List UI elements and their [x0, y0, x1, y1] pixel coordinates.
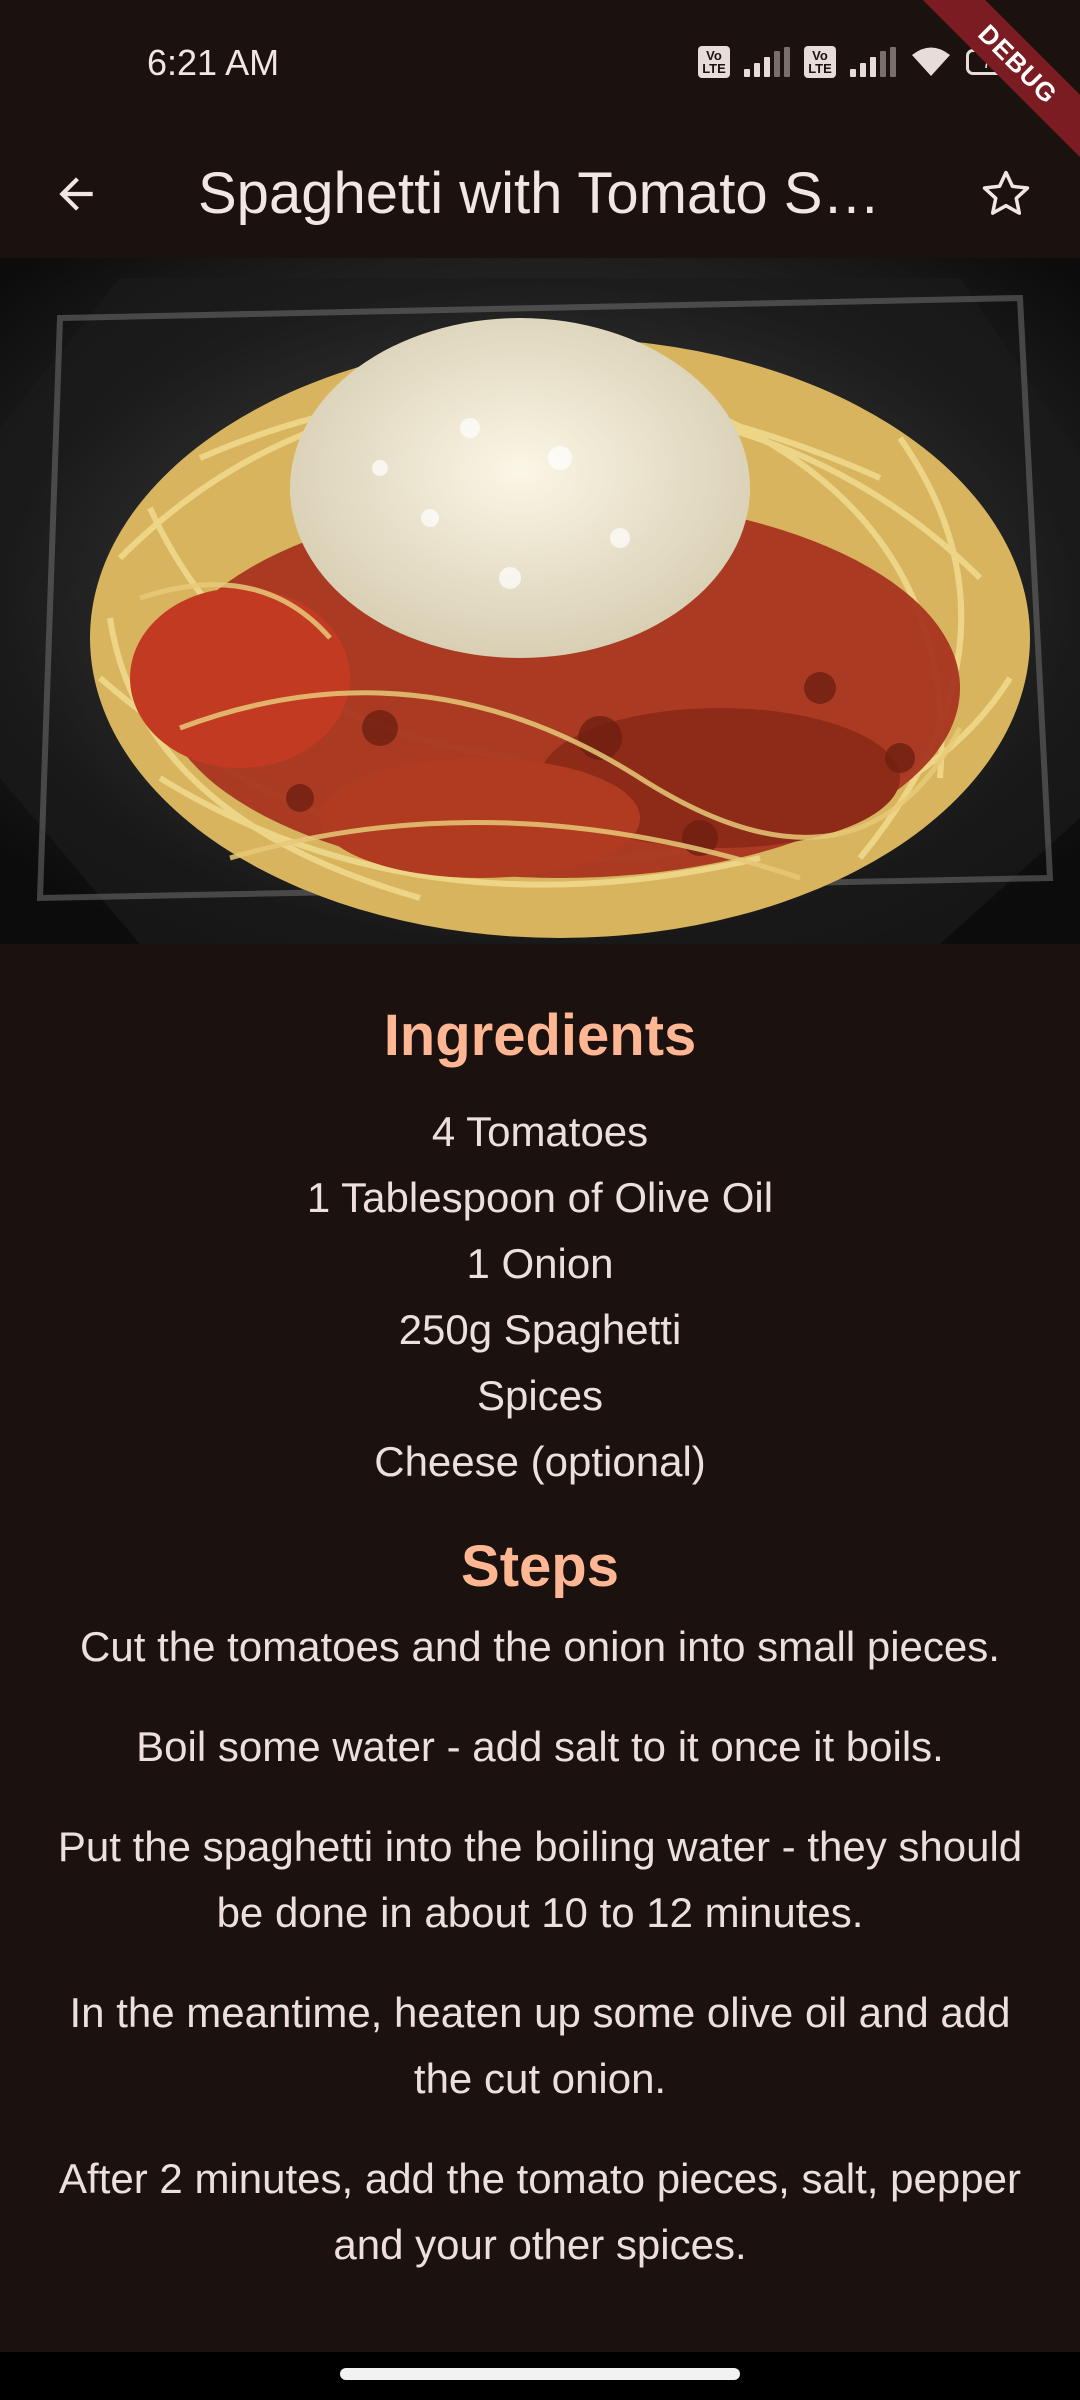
ingredient-item: Spices [476, 1372, 604, 1419]
ingredient-item: 4 Tomatoes [431, 1108, 649, 1155]
step-item: In the meantime, heaten up some olive oi… [69, 1989, 1011, 2102]
app-bar: Spaghetti with Tomato Sauce [0, 130, 1080, 258]
ingredients-title: Ingredients [383, 1003, 697, 1068]
status-time: 6:21 AM [147, 42, 280, 83]
step-item: Boil some water - add salt to it once it… [136, 1723, 944, 1770]
signal-icon [744, 47, 790, 77]
ingredient-item: 1 Onion [466, 1240, 614, 1287]
star-outline-icon [982, 170, 1030, 215]
home-gesture-handle[interactable] [340, 2368, 740, 2380]
steps-title: Steps [461, 1534, 619, 1599]
back-button[interactable] [36, 154, 116, 234]
page-title: Spaghetti with Tomato Sauce [198, 161, 898, 226]
wifi-icon [912, 47, 950, 76]
volte-icon-2: Vo LTE [804, 46, 836, 78]
recipe-image [0, 258, 1080, 944]
status-icons: Vo LTE Vo LTE 72 [698, 46, 1018, 78]
status-bar: 6:21 AM Vo LTE Vo LTE 72 [0, 0, 1080, 130]
ingredient-item: 1 Tablespoon of Olive Oil [306, 1174, 774, 1221]
favorite-button[interactable] [966, 154, 1046, 234]
signal-icon-2 [850, 47, 896, 77]
ingredient-item: Cheese (optional) [374, 1438, 706, 1485]
arrow-back-icon [59, 177, 93, 211]
steps-list: Cut the tomatoes and the onion into smal… [0, 1614, 1080, 2278]
volte-icon: Vo LTE [698, 46, 730, 78]
ingredients-list: 4 Tomatoes 1 Tablespoon of Olive Oil 1 O… [0, 1099, 1080, 1495]
step-item: Put the spaghetti into the boiling water… [57, 1823, 1023, 1936]
spaghetti-illustration [0, 258, 1080, 944]
recipe-content: Ingredients 4 Tomatoes 1 Tablespoon of O… [0, 944, 1080, 2312]
step-item: After 2 minutes, add the tomato pieces, … [59, 2155, 1021, 2268]
step-item: Cut the tomatoes and the onion into smal… [80, 1623, 1000, 1670]
ingredient-item: 250g Spaghetti [398, 1306, 682, 1353]
